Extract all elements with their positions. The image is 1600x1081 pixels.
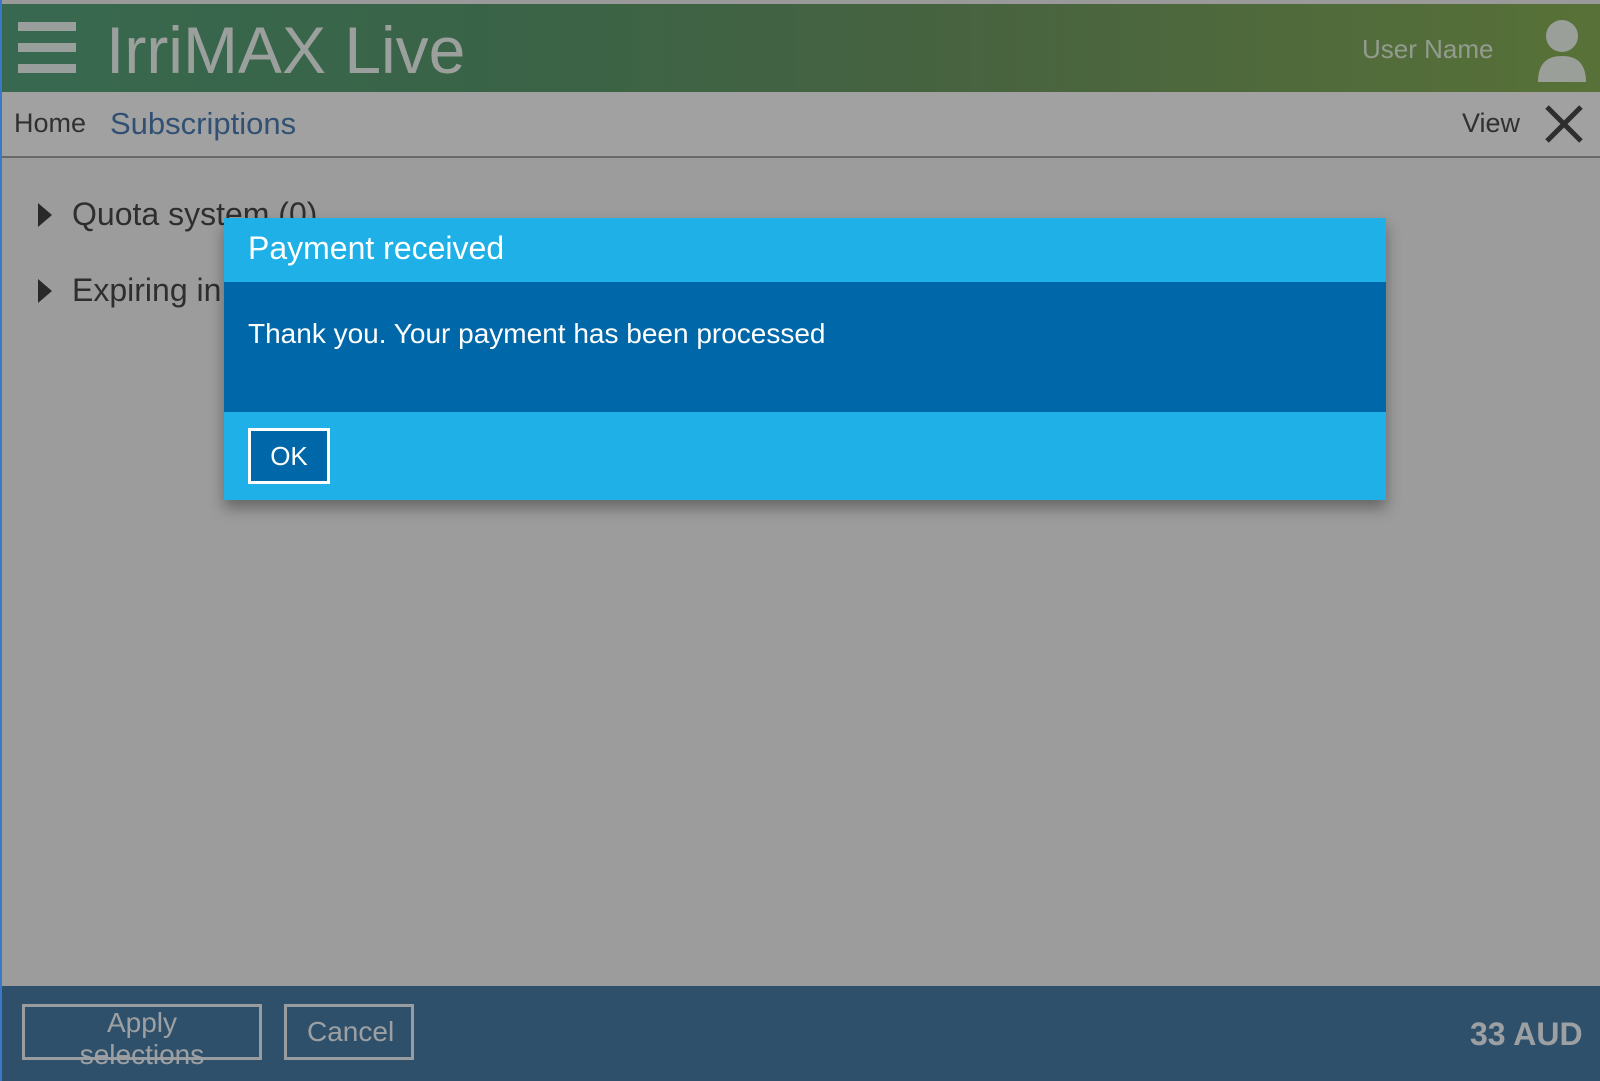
dialog-header: Payment received bbox=[224, 218, 1386, 282]
modal-overlay bbox=[2, 0, 1600, 1081]
dialog-message: Thank you. Your payment has been process… bbox=[248, 318, 826, 349]
app-window: IrriMAX Live User Name Home Subscription… bbox=[0, 0, 1600, 1081]
ok-button[interactable]: OK bbox=[248, 428, 330, 484]
dialog-body: Thank you. Your payment has been process… bbox=[224, 282, 1386, 412]
payment-dialog: Payment received Thank you. Your payment… bbox=[224, 218, 1386, 500]
dialog-footer: OK bbox=[224, 412, 1386, 500]
dialog-title: Payment received bbox=[248, 230, 505, 266]
